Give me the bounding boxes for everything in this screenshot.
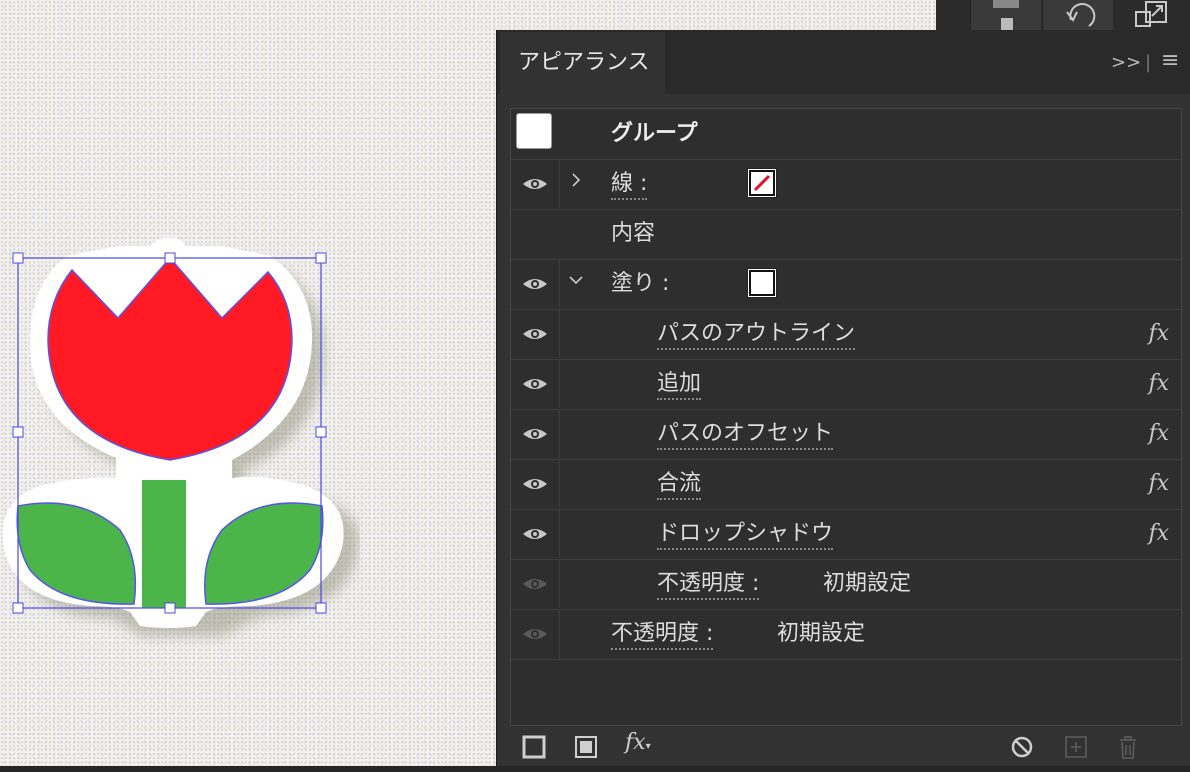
fill-opacity-visibility-toggle[interactable] — [511, 559, 560, 608]
chevron-right-icon[interactable] — [569, 173, 583, 187]
effect-name[interactable]: 追加 — [657, 359, 702, 409]
effect-visibility-toggle[interactable] — [511, 509, 560, 558]
effect-visibility-toggle[interactable] — [511, 309, 560, 358]
group-thumbnail — [516, 113, 552, 149]
panel-tabbar: アピアランス >> | ≡ — [497, 30, 1190, 94]
toolbar-button-brush[interactable] — [970, 0, 1041, 30]
group-opacity-value: 初期設定 — [777, 621, 866, 646]
tulip-stem — [142, 480, 186, 608]
panel-menu-button[interactable]: ≡ — [1161, 48, 1179, 73]
effect-row[interactable]: パスのアウトライン fx — [511, 309, 1181, 360]
group-target-label: グループ — [611, 121, 698, 146]
contents-eye-slot — [511, 209, 559, 258]
eye-icon — [523, 578, 547, 589]
effect-name[interactable]: ドロップシャドウ — [657, 509, 834, 559]
clear-appearance-button[interactable] — [1009, 734, 1035, 760]
fill-opacity-label[interactable]: 不透明度 : — [657, 559, 760, 609]
fx-icon: fx — [1148, 321, 1169, 346]
group-target-row[interactable]: グループ — [511, 109, 1181, 160]
eye-icon — [523, 428, 547, 439]
effect-visibility-toggle[interactable] — [511, 459, 560, 508]
appearance-panel: アピアランス >> | ≡ グループ 線 : 内容 塗り: パスのアウトライン… — [496, 30, 1190, 766]
effect-name[interactable]: 合流 — [657, 459, 702, 509]
delete-item-button[interactable] — [1115, 734, 1141, 760]
effect-row[interactable]: ドロップシャドウ fx — [511, 509, 1181, 560]
add-new-stroke-button[interactable] — [521, 734, 547, 760]
stroke-visibility-toggle[interactable] — [511, 159, 560, 208]
stroke-none-swatch[interactable] — [747, 168, 777, 198]
brush-icon — [993, 0, 1019, 30]
effect-name[interactable]: パスのアウトライン — [657, 309, 856, 359]
fill-opacity-row[interactable]: 不透明度 : 初期設定 — [511, 559, 1181, 610]
fx-icon: fx — [1148, 471, 1169, 496]
eye-icon — [523, 178, 547, 189]
appearance-list: グループ 線 : 内容 塗り: パスのアウトライン fx 追加 fx パスのオ… — [510, 108, 1182, 726]
top-toolbar — [936, 0, 1190, 30]
eye-icon — [523, 328, 547, 339]
transform-icon[interactable] — [1132, 0, 1172, 30]
eye-icon — [523, 278, 547, 289]
fill-white-swatch[interactable] — [747, 268, 777, 298]
eye-icon — [523, 378, 547, 389]
fx-icon: fx — [1148, 521, 1169, 546]
tab-appearance[interactable]: アピアランス — [500, 32, 665, 94]
fx-icon: fx — [1148, 421, 1169, 446]
effect-visibility-toggle[interactable] — [511, 359, 560, 408]
stroke-row[interactable]: 線 : — [511, 159, 1181, 210]
fill-label: 塗り : — [611, 271, 670, 296]
tulip-artwork[interactable] — [0, 230, 360, 650]
rotate-icon — [1066, 3, 1096, 27]
effect-row[interactable]: 合流 fx — [511, 459, 1181, 510]
contents-label: 内容 — [611, 221, 656, 246]
stroke-label: 線 : — [611, 159, 648, 209]
effect-row[interactable]: 追加 fx — [511, 359, 1181, 410]
effect-row[interactable]: パスのオフセット fx — [511, 409, 1181, 460]
add-effect-button[interactable]: fx▾ — [625, 730, 665, 756]
group-opacity-visibility-toggle[interactable] — [511, 609, 560, 658]
fill-opacity-value: 初期設定 — [823, 571, 912, 596]
group-opacity-row[interactable]: 不透明度 : 初期設定 — [511, 609, 1181, 660]
chevron-down-icon[interactable] — [569, 273, 583, 287]
fx-icon: fx — [1148, 371, 1169, 396]
panel-divider: | — [1145, 52, 1152, 73]
collapse-panel-button[interactable]: >> — [1111, 52, 1141, 73]
fill-row[interactable]: 塗り : — [511, 259, 1181, 310]
fill-visibility-toggle[interactable] — [511, 259, 560, 308]
eye-icon — [523, 478, 547, 489]
document-bottom-bar — [0, 766, 1190, 772]
duplicate-item-button[interactable] — [1063, 734, 1089, 760]
add-new-fill-button[interactable] — [573, 734, 599, 760]
group-opacity-label[interactable]: 不透明度 : — [611, 609, 714, 659]
toolbar-button-rotate[interactable] — [1042, 0, 1113, 30]
eye-icon — [523, 528, 547, 539]
effect-name[interactable]: パスのオフセット — [657, 409, 834, 459]
contents-row[interactable]: 内容 — [511, 209, 1181, 260]
eye-icon — [523, 628, 547, 639]
panel-footer: fx▾ — [497, 730, 1190, 766]
effect-visibility-toggle[interactable] — [511, 409, 560, 458]
